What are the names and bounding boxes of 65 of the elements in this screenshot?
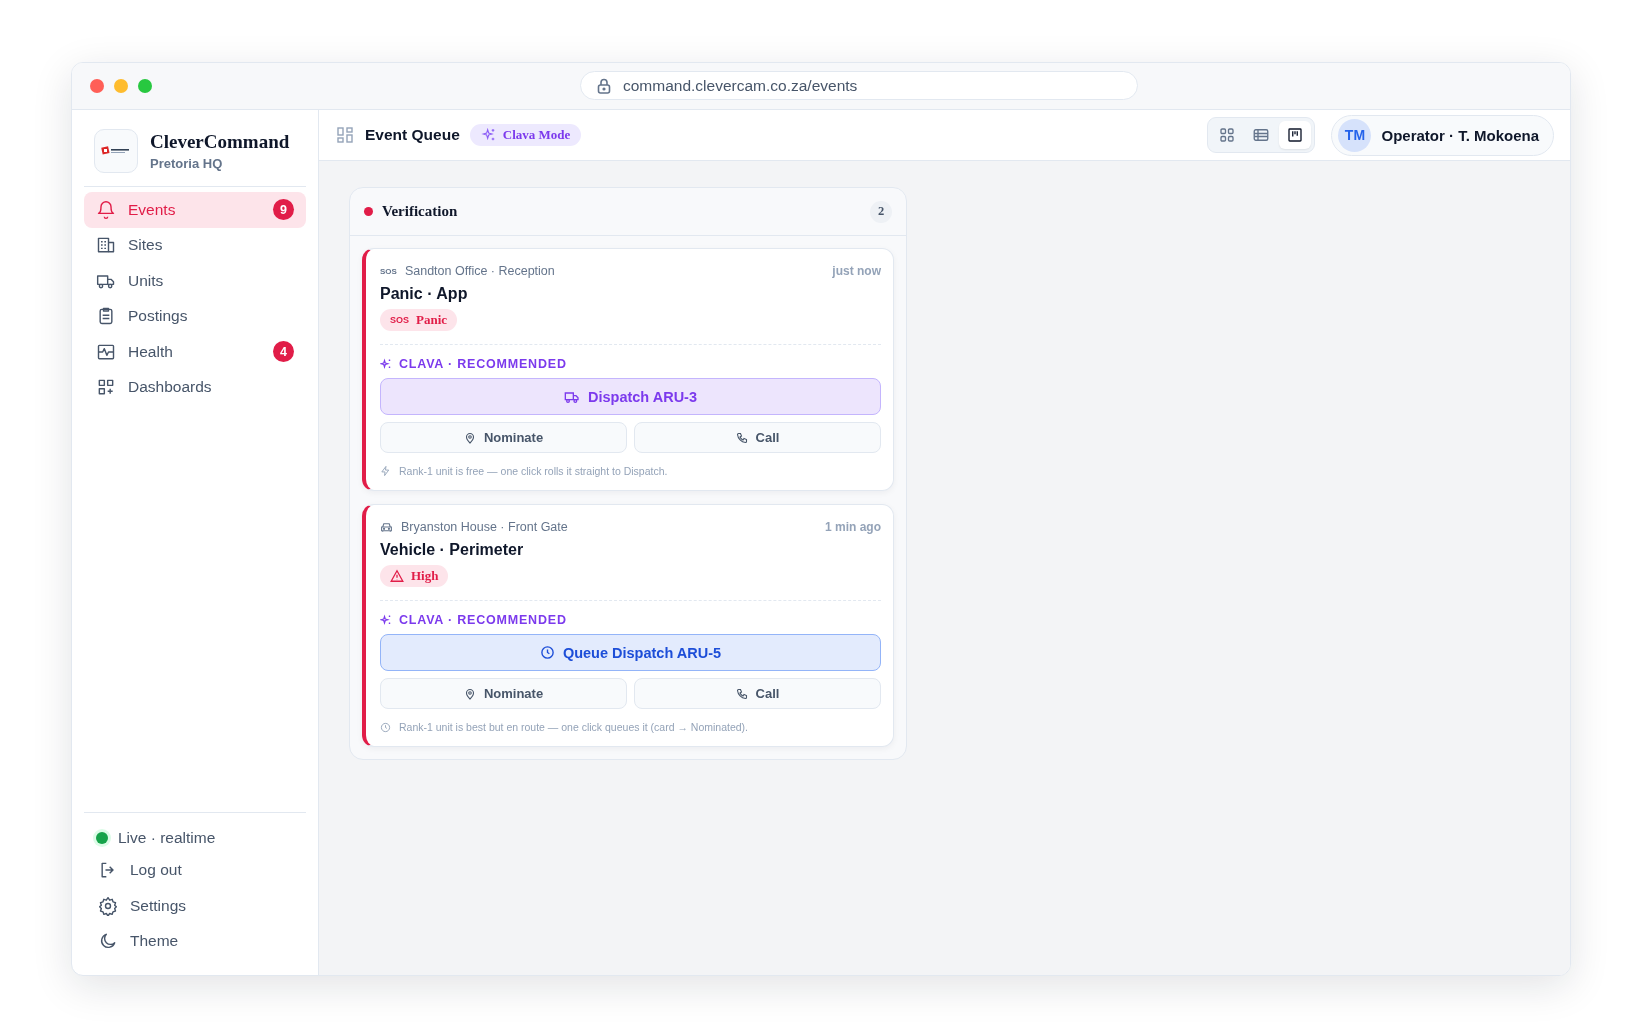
pin-icon xyxy=(463,687,476,700)
nominate-button[interactable]: Nominate xyxy=(380,678,627,709)
settings-icon xyxy=(98,895,118,916)
phone-icon xyxy=(735,687,748,700)
event-title: Panic · App xyxy=(380,285,469,303)
list-icon xyxy=(1252,126,1271,144)
brand-name: CleverCommand xyxy=(150,131,290,153)
page-title: Event Queue xyxy=(365,126,460,144)
warning-icon xyxy=(390,569,404,583)
count-badge: 9 xyxy=(273,199,294,221)
location-label: Sandton Office · Reception xyxy=(404,264,555,278)
sparkle-icon xyxy=(380,614,392,626)
count-badge: 2 xyxy=(870,200,892,223)
sidebar-link[interactable]: Settings xyxy=(84,888,306,924)
sidebar-link[interactable]: Log out xyxy=(84,852,306,888)
mode-chip[interactable]: Clava Mode xyxy=(469,124,582,146)
event-title: Vehicle · Perimeter xyxy=(380,541,525,559)
lock-icon xyxy=(597,77,611,94)
address-bar[interactable]: command.clevercam.co.za/events xyxy=(580,71,1138,100)
logo-icon xyxy=(94,129,138,173)
grid-icon xyxy=(1218,126,1237,144)
severity-tag: High xyxy=(380,565,449,587)
hint-text: Rank-1 unit is best but en route — one click queues it (card → Nominated). xyxy=(399,721,748,733)
timestamp: 1 min ago xyxy=(825,520,881,534)
nav-item[interactable]: Postings xyxy=(84,298,306,334)
call-button[interactable]: Call xyxy=(634,678,881,709)
phone-icon xyxy=(735,431,748,444)
clipboard-icon xyxy=(96,306,116,327)
event-card[interactable]: Bryanston House · Front Gate 1 min ago Vehicle · Perimeter High CLAVA · RECOMMENDED Queue Dispatch ARU-5 Nominate Call Rank-1 unit is best but en route — one click queues it (card → Nominated). xyxy=(362,504,894,747)
sparkle-icon xyxy=(480,127,497,143)
nav-item[interactable]: Events 9 xyxy=(84,192,306,228)
user-menu[interactable]: TM Operator · T. Mokoena xyxy=(1331,114,1554,156)
event-card[interactable]: SOS Sandton Office · Reception just now Panic · App SOS Panic CLAVA · RECOMMENDED Dispatch ARU-3 Nominate Call Rank-1 unit is free — one click rolls it straight to Dispatch. xyxy=(362,248,894,491)
count-badge: 4 xyxy=(273,341,294,363)
timestamp: just now xyxy=(832,264,881,278)
sidebar-link[interactable]: Theme xyxy=(84,923,306,959)
bolt-icon xyxy=(380,465,391,477)
board-icon xyxy=(1286,126,1305,144)
avatar: TM xyxy=(1338,118,1372,152)
nav-item[interactable]: Units xyxy=(84,263,306,299)
nominate-button[interactable]: Nominate xyxy=(380,422,627,453)
location-label: Bryanston House · Front Gate xyxy=(401,520,568,534)
clock-icon xyxy=(380,721,391,733)
nav-item[interactable]: Sites xyxy=(84,227,306,263)
bell-icon xyxy=(96,199,116,220)
pin-icon xyxy=(463,431,476,444)
column-title: Verification xyxy=(382,203,458,220)
view-button[interactable] xyxy=(1279,121,1312,149)
primary-action-button[interactable]: Queue Dispatch ARU-5 xyxy=(380,634,881,671)
clock-icon xyxy=(539,645,555,660)
nav-item[interactable]: Health 4 xyxy=(84,334,306,370)
hint-text: Rank-1 unit is free — one click rolls it straight to Dispatch. xyxy=(399,465,668,477)
recommendation-label: CLAVA · RECOMMENDED xyxy=(399,357,567,371)
nav-item[interactable]: Dashboards xyxy=(84,369,306,405)
sos-icon: SOS xyxy=(380,266,397,276)
car-icon xyxy=(380,520,393,534)
grid-icon xyxy=(337,127,353,143)
severity-tag: SOS Panic xyxy=(380,309,458,331)
call-button[interactable]: Call xyxy=(634,422,881,453)
sparkle-icon xyxy=(380,358,392,370)
brand-subtitle: Pretoria HQ xyxy=(150,156,224,171)
status-label: Live · realtime xyxy=(118,828,216,847)
primary-action-button[interactable]: Dispatch ARU-3 xyxy=(380,378,881,415)
recommendation-label: CLAVA · RECOMMENDED xyxy=(399,613,567,627)
close-button[interactable] xyxy=(90,79,104,93)
